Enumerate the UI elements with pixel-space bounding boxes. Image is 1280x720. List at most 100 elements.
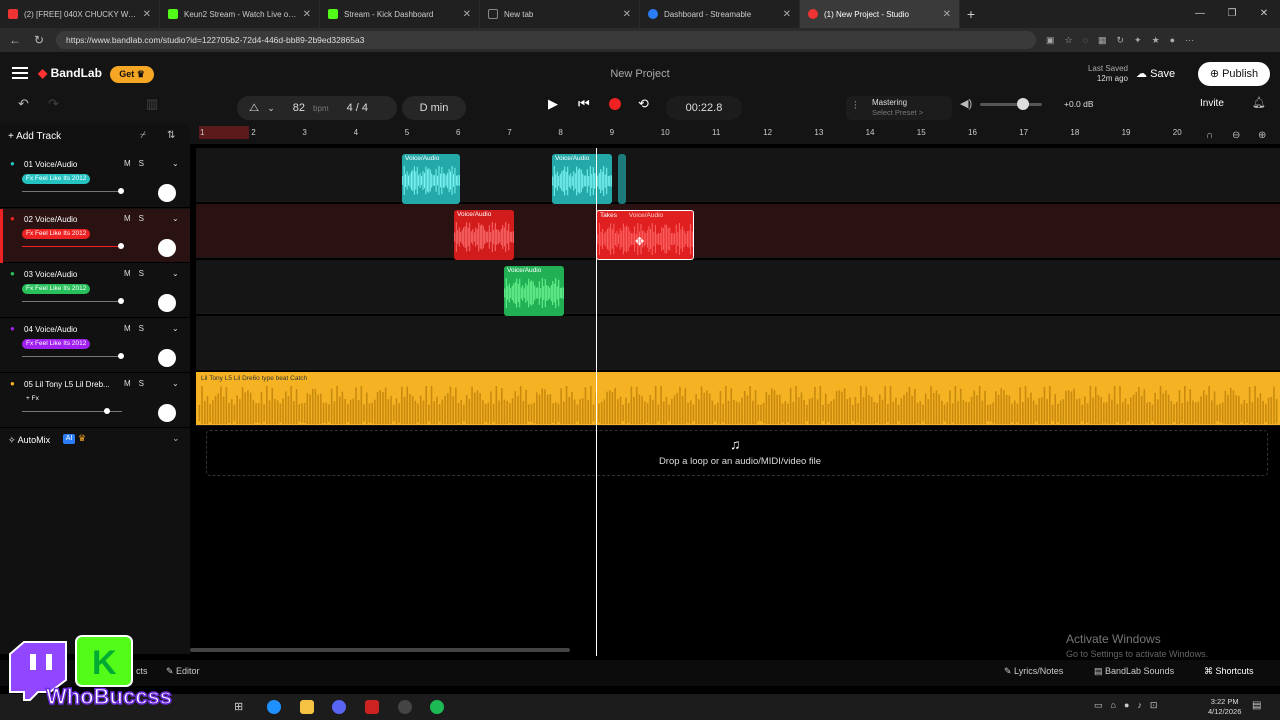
mute-button[interactable]: M (124, 269, 139, 278)
tempo-control[interactable]: ⧍ ⌄ 82 bpm 4 / 4 (237, 96, 397, 120)
track-volume-knob[interactable] (118, 243, 124, 249)
key-control[interactable]: D min (402, 96, 466, 120)
magnet-icon[interactable]: ∩ (1206, 130, 1213, 141)
star-icon[interactable]: ☆ (1065, 35, 1073, 46)
track-header[interactable]: ● 04 Voice/Audio MS ⌄ Fx Feel Like Its 2… (0, 319, 190, 373)
browser-tab[interactable]: (2) [FREE] 040X CHUCKY WACKE✕ (0, 0, 160, 28)
fx-chain-pill[interactable]: Fx Feel Like Its 2012 (22, 284, 91, 294)
bandlab-logo[interactable]: ◆ BandLab (38, 66, 102, 80)
reload-icon[interactable]: ↻ (32, 33, 46, 47)
extension-icon[interactable]: ▣ (1046, 35, 1055, 46)
track-header[interactable]: ● 02 Voice/Audio MS ⌄ Fx Feel Like Its 2… (0, 209, 190, 263)
favorites-icon[interactable]: ★ (1152, 35, 1160, 46)
track-volume-slider[interactable] (22, 301, 122, 302)
back-icon[interactable]: ← (8, 33, 22, 47)
track-name[interactable]: 01 Voice/Audio (24, 160, 77, 169)
track-lane-4[interactable] (196, 316, 1280, 370)
close-window-icon[interactable]: ✕ (1248, 0, 1280, 28)
track-header[interactable]: ● 03 Voice/Audio MS ⌄ Fx Feel Like Its 2… (0, 264, 190, 318)
record-icon[interactable] (609, 98, 621, 110)
zoom-out-icon[interactable]: ⊖ (1232, 130, 1240, 141)
track-name[interactable]: 04 Voice/Audio (24, 325, 77, 334)
piano-icon[interactable]: ▥ (146, 96, 158, 112)
takes-clip[interactable]: Takes Voice/Audio ✥ (596, 210, 694, 260)
sounds-button[interactable]: ▤ BandLab Sounds (1094, 666, 1174, 677)
track-volume-slider[interactable] (22, 191, 122, 192)
solo-button[interactable]: S (139, 159, 152, 168)
refresh-icon[interactable]: ↻ (1116, 35, 1124, 46)
mute-button[interactable]: M (124, 214, 139, 223)
folder-icon[interactable] (300, 700, 314, 714)
mute-solo-buttons[interactable]: MS (124, 379, 152, 388)
project-title[interactable]: New Project (540, 68, 740, 80)
save-button[interactable]: ☁ Save (1136, 64, 1194, 84)
grid-icon[interactable]: ▦ (1098, 35, 1107, 46)
mute-button[interactable]: M (124, 159, 139, 168)
solo-button[interactable]: S (139, 269, 152, 278)
mute-button[interactable]: M (124, 324, 139, 333)
fx-chain-pill[interactable]: Fx Feel Like Its 2012 (22, 174, 91, 184)
mute-button[interactable]: M (124, 379, 139, 388)
minimize-icon[interactable]: — (1184, 0, 1216, 28)
track-volume-knob[interactable] (118, 298, 124, 304)
audio-clip[interactable]: Voice/Audio (504, 266, 564, 316)
loop-icon[interactable]: ⟲ (638, 96, 649, 112)
pan-knob[interactable] (158, 184, 176, 202)
browser-tab[interactable]: Keun2 Stream - Watch Live on Kick✕ (160, 0, 320, 28)
close-tab-icon[interactable]: ✕ (783, 9, 791, 20)
audio-clip[interactable]: Voice/Audio (402, 154, 460, 204)
solo-button[interactable]: S (139, 324, 152, 333)
fx-chain-pill[interactable]: Fx Feel Like Its 2012 (22, 339, 91, 349)
track-name[interactable]: 05 Lil Tony L5 Lil Dreb... (24, 380, 110, 389)
mute-solo-buttons[interactable]: MS (124, 159, 152, 168)
zoom-in-icon[interactable]: ⊕ (1258, 130, 1266, 141)
edge-icon[interactable] (267, 700, 281, 714)
puzzle-icon[interactable]: ✦ (1134, 35, 1142, 46)
chevron-down-icon[interactable]: ⌄ (172, 324, 179, 333)
arrangement-area[interactable]: Voice/Audio Voice/Audio Voice/Audio Take… (196, 148, 1280, 426)
track-volume-knob[interactable] (104, 408, 110, 414)
browser-tab[interactable]: Dashboard - Streamable ✕ (640, 0, 800, 28)
speaker-icon[interactable]: ◀︎) (960, 97, 972, 110)
url-field[interactable]: https://www.bandlab.com/studio?id=122705… (56, 31, 1036, 49)
add-track-button[interactable]: + Add Track (8, 131, 61, 142)
solo-button[interactable]: S (139, 379, 152, 388)
master-volume-knob[interactable] (1017, 98, 1029, 110)
publish-button[interactable]: ⊕ Publish (1198, 62, 1270, 86)
master-volume-slider[interactable] (980, 103, 1042, 106)
chevron-down-icon[interactable]: ⌄ (172, 159, 179, 168)
track-volume-knob[interactable] (118, 353, 124, 359)
wand-icon[interactable]: ⌿ (140, 130, 146, 141)
undo-icon[interactable]: ↶ (18, 96, 29, 112)
fx-chain-pill[interactable]: + Fx (22, 394, 43, 404)
solo-button[interactable]: S (139, 214, 152, 223)
browser-tab[interactable]: New tab ✕ (480, 0, 640, 28)
close-tab-icon[interactable]: ✕ (943, 9, 951, 20)
redo-icon[interactable]: ↷ (48, 96, 59, 112)
pan-knob[interactable] (158, 349, 176, 367)
track-lane-1[interactable] (196, 148, 1280, 202)
pan-knob[interactable] (158, 294, 176, 312)
track-volume-slider[interactable] (22, 246, 122, 247)
lyrics-button[interactable]: ✎ Lyrics/Notes (1004, 666, 1063, 677)
mute-solo-buttons[interactable]: MS (124, 324, 152, 333)
pan-knob[interactable] (158, 239, 176, 257)
pan-knob[interactable] (158, 404, 176, 422)
mastering-control[interactable]: ⫶ Mastering Select Preset > (846, 96, 952, 120)
more-icon[interactable]: ⋯ (1185, 35, 1194, 46)
invite-button[interactable]: Invite (1200, 98, 1224, 109)
obs-icon[interactable] (398, 700, 412, 714)
audio-clip[interactable] (618, 154, 626, 204)
app-icon[interactable] (365, 700, 379, 714)
track-lane-2[interactable] (196, 204, 1280, 258)
fx-chain-pill[interactable]: Fx Feel Like Its 2012 (22, 229, 91, 239)
beat-clip[interactable]: Lil Tony L5 Lil Dre6o type beat Catch (198, 374, 1278, 424)
track-name[interactable]: 03 Voice/Audio (24, 270, 77, 279)
spotify-icon[interactable] (430, 700, 444, 714)
track-header[interactable]: ● 01 Voice/Audio MS ⌄ Fx Feel Like Its 2… (0, 154, 190, 208)
close-tab-icon[interactable]: ✕ (303, 9, 311, 20)
metronome-icon[interactable]: ⧍ (249, 102, 259, 115)
loop-region[interactable] (199, 126, 249, 139)
track-header[interactable]: ● 05 Lil Tony L5 Lil Dreb... MS ⌄ + Fx (0, 374, 190, 428)
chevron-down-icon[interactable]: ⌄ (267, 103, 275, 114)
